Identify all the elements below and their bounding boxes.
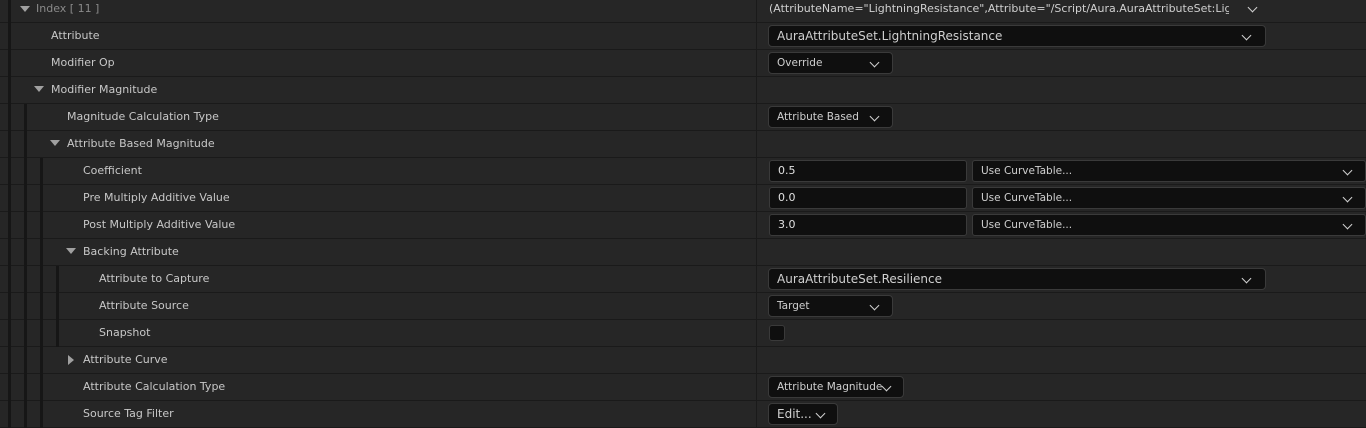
chevron-down-icon	[869, 111, 880, 122]
row-attribute-to-capture: Attribute to Capture AuraAttributeSet.Re…	[0, 266, 1366, 293]
row-modifier-magnitude[interactable]: Modifier Magnitude	[0, 77, 1366, 104]
row-label: Snapshot	[99, 326, 151, 339]
coefficient-input[interactable]: 0.5	[769, 160, 967, 182]
row-label: Attribute Curve	[83, 353, 168, 366]
attribute-to-capture-combo[interactable]: AuraAttributeSet.Resilience	[768, 268, 1266, 290]
row-label: Coefficient	[83, 164, 142, 177]
curve-combo-value: Use CurveTable...	[981, 219, 1073, 231]
pre-multiply-curve-combo[interactable]: Use CurveTable...	[972, 187, 1366, 209]
row-label: Magnitude Calculation Type	[67, 110, 219, 123]
collapse-arrow-icon[interactable]	[34, 86, 44, 92]
row-label: Modifier Magnitude	[51, 83, 158, 96]
coefficient-curve-combo[interactable]: Use CurveTable...	[972, 160, 1366, 182]
details-panel: Index [ 11 ] (AttributeName="LightningRe…	[0, 0, 1366, 428]
row-label: Attribute	[51, 29, 100, 42]
row-label: Source Tag Filter	[83, 407, 174, 420]
magnitude-calculation-type-combo[interactable]: Attribute Based	[768, 106, 893, 128]
attribute-combo[interactable]: AuraAttributeSet.LightningResistance	[768, 25, 1266, 47]
magnitude-calculation-type-value: Attribute Based	[777, 111, 859, 123]
attribute-calculation-type-combo[interactable]: Attribute Magnitude	[768, 376, 904, 398]
collapse-arrow-icon[interactable]	[66, 248, 76, 254]
post-multiply-curve-combo[interactable]: Use CurveTable...	[972, 214, 1366, 236]
chevron-down-icon	[815, 408, 826, 419]
edit-button-label: Edit...	[777, 407, 812, 421]
row-label: Attribute Calculation Type	[83, 380, 226, 393]
curve-combo-value: Use CurveTable...	[981, 192, 1073, 204]
row-label: Index [ 11 ]	[36, 2, 100, 15]
row-attribute: Attribute AuraAttributeSet.LightningResi…	[0, 23, 1366, 50]
row-post-multiply-additive-value: Post Multiply Additive Value 3.0 Use Cur…	[0, 212, 1366, 239]
row-coefficient: Coefficient 0.5 Use CurveTable...	[0, 158, 1366, 185]
chevron-down-icon	[1241, 30, 1252, 41]
chevron-down-icon	[881, 381, 892, 392]
row-source-tag-filter: Source Tag Filter Edit...	[0, 401, 1366, 428]
chevron-down-icon	[869, 300, 880, 311]
row-attribute-curve[interactable]: Attribute Curve	[0, 347, 1366, 374]
chevron-down-icon	[1342, 192, 1353, 203]
row-label: Attribute Based Magnitude	[67, 137, 215, 150]
row-attribute-based-magnitude[interactable]: Attribute Based Magnitude	[0, 131, 1366, 158]
row-pre-multiply-additive-value: Pre Multiply Additive Value 0.0 Use Curv…	[0, 185, 1366, 212]
curve-combo-value: Use CurveTable...	[981, 165, 1073, 177]
row-label: Modifier Op	[51, 56, 115, 69]
row-label: Pre Multiply Additive Value	[83, 191, 230, 204]
collapse-arrow-icon[interactable]	[50, 140, 60, 146]
expand-arrow-icon[interactable]	[68, 355, 74, 365]
row-magnitude-calculation-type: Magnitude Calculation Type Attribute Bas…	[0, 104, 1366, 131]
attribute-calculation-type-value: Attribute Magnitude	[777, 381, 883, 393]
post-multiply-input[interactable]: 3.0	[769, 214, 967, 236]
attribute-source-combo[interactable]: Target	[768, 295, 893, 317]
modifier-op-value: Override	[777, 57, 823, 69]
chevron-down-icon	[1241, 273, 1252, 284]
modifier-op-combo[interactable]: Override	[768, 52, 893, 74]
chevron-down-icon	[869, 57, 880, 68]
chevron-down-icon	[1342, 165, 1353, 176]
row-label: Attribute to Capture	[99, 272, 210, 285]
row-label: Attribute Source	[99, 299, 189, 312]
pre-multiply-input[interactable]: 0.0	[769, 187, 967, 209]
row-attribute-calculation-type: Attribute Calculation Type Attribute Mag…	[0, 374, 1366, 401]
row-modifier-op: Modifier Op Override	[0, 50, 1366, 77]
row-backing-attribute[interactable]: Backing Attribute	[0, 239, 1366, 266]
source-tag-filter-edit-button[interactable]: Edit...	[768, 403, 838, 425]
row-label: Backing Attribute	[83, 245, 179, 258]
row-snapshot: Snapshot	[0, 320, 1366, 347]
attribute-source-value: Target	[777, 300, 810, 312]
row-label: Post Multiply Additive Value	[83, 218, 236, 231]
row-attribute-source: Attribute Source Target	[0, 293, 1366, 320]
attribute-to-capture-value: AuraAttributeSet.Resilience	[777, 272, 943, 286]
index-value-text: (AttributeName="LightningResistance",Att…	[769, 2, 1229, 15]
snapshot-checkbox[interactable]	[769, 325, 785, 341]
collapse-arrow-icon[interactable]	[20, 6, 30, 12]
row-index[interactable]: Index [ 11 ] (AttributeName="LightningRe…	[0, 0, 1366, 23]
chevron-down-icon[interactable]	[1247, 2, 1258, 13]
attribute-combo-value: AuraAttributeSet.LightningResistance	[777, 29, 1003, 43]
chevron-down-icon	[1342, 219, 1353, 230]
